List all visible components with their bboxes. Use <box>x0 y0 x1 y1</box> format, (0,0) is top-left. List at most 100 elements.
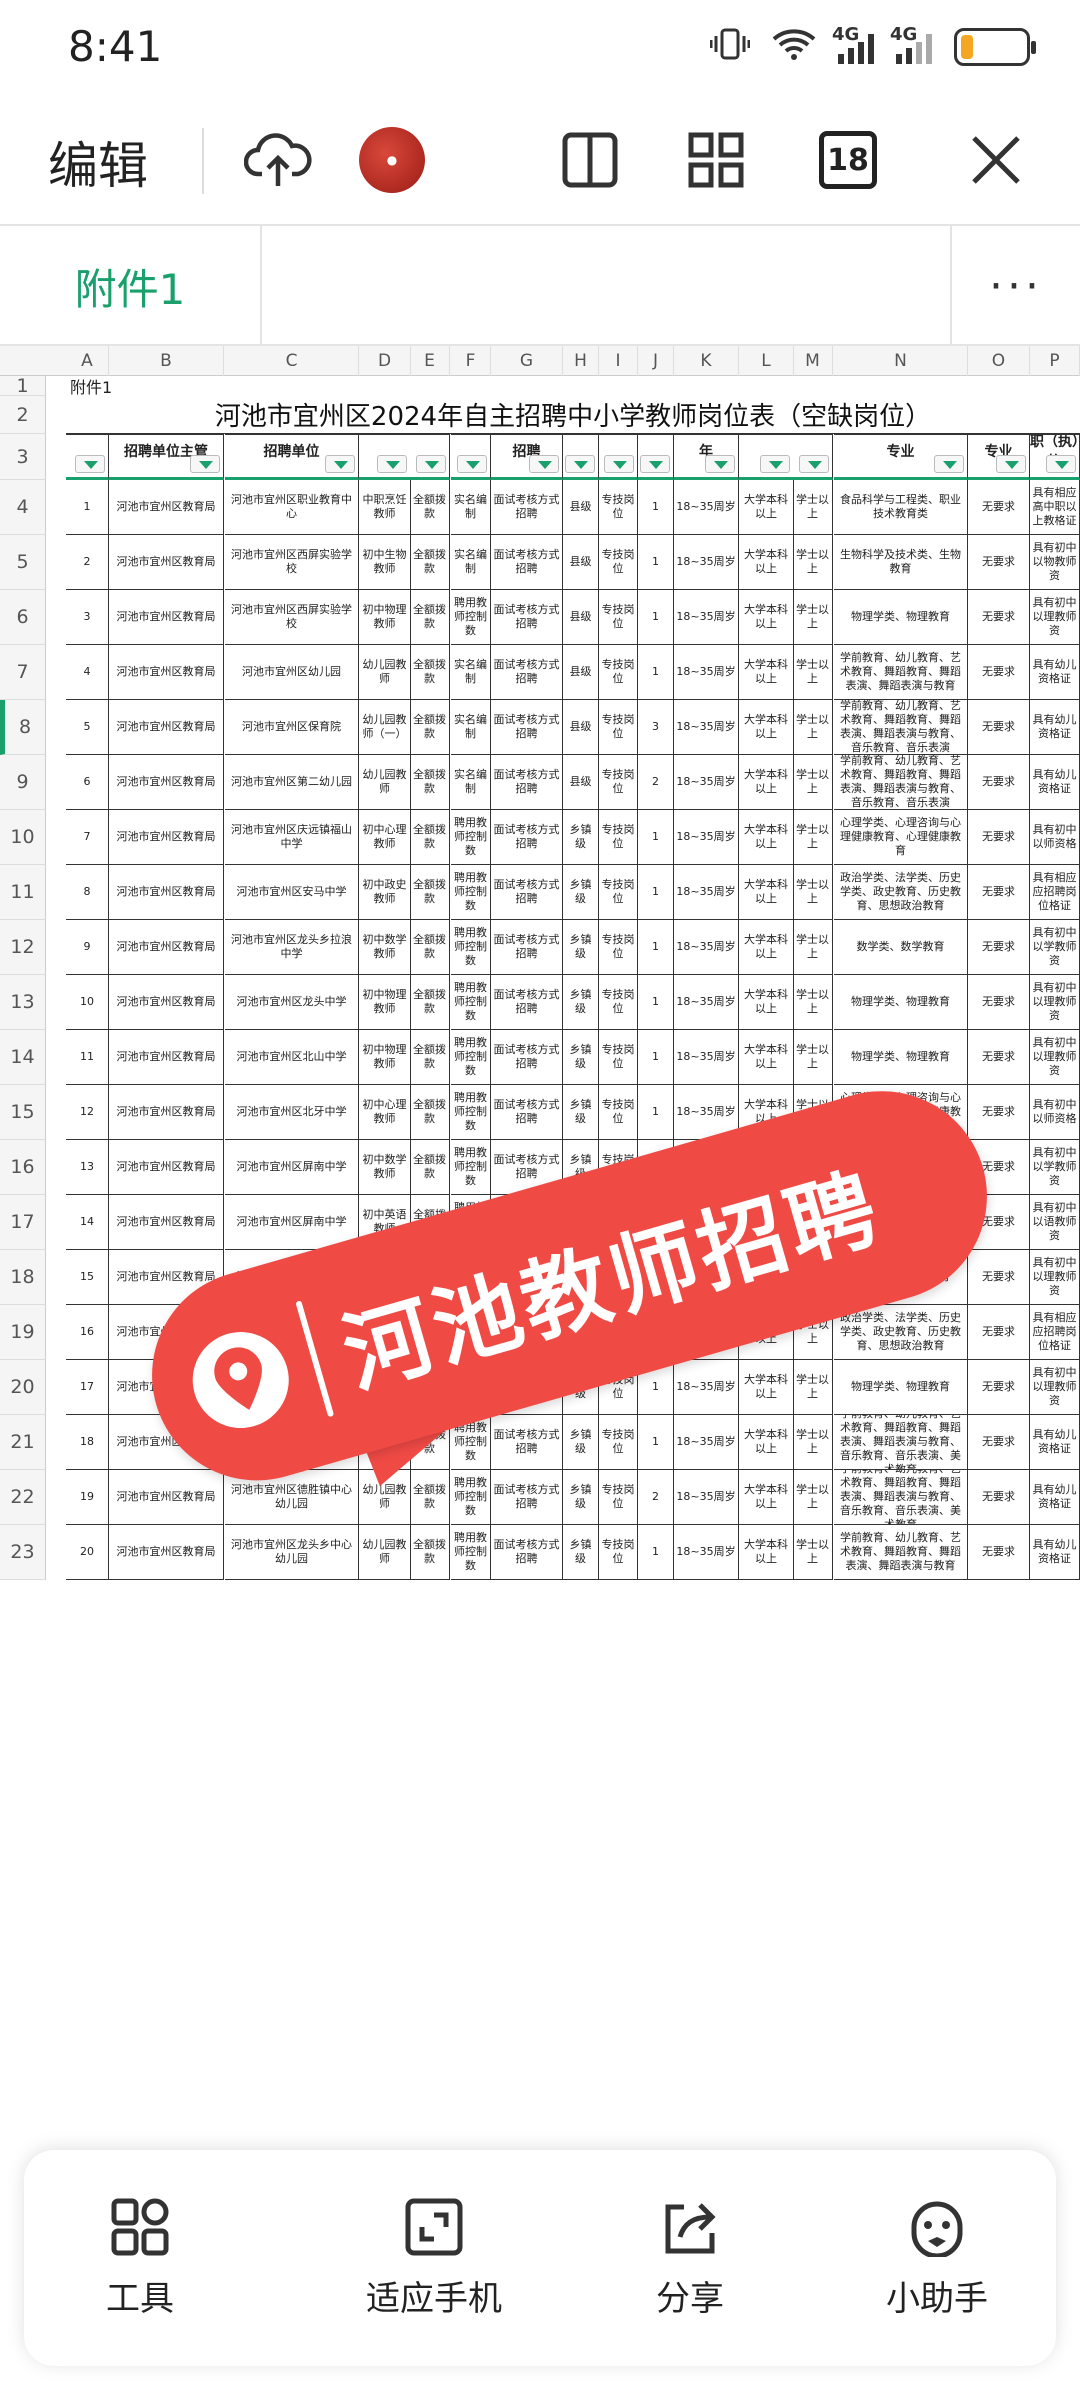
cell-P-14[interactable]: 具有初中以理教师资 <box>1030 1030 1080 1085</box>
row-header-21[interactable]: 21 <box>0 1415 46 1470</box>
cell-G-5[interactable]: 面试考核方式招聘 <box>491 535 563 590</box>
column-header-N[interactable]: N <box>834 346 968 376</box>
cell-L-7[interactable]: 大学本科以上 <box>739 645 794 700</box>
cell-G-6[interactable]: 面试考核方式招聘 <box>491 590 563 645</box>
cell-I-5[interactable]: 专技岗位 <box>599 535 638 590</box>
cell-H-4[interactable]: 县级 <box>563 480 599 535</box>
cell-A-4[interactable]: 1 <box>66 480 109 535</box>
cell-N-11[interactable]: 政治学类、法学类、历史学类、政史教育、历史教育、思想政治教育 <box>834 865 968 920</box>
cell-D-13[interactable]: 初中物理教师 <box>359 975 411 1030</box>
cell-A-15[interactable]: 12 <box>66 1085 109 1140</box>
cell-B-14[interactable]: 河池市宜州区教育局 <box>109 1030 224 1085</box>
row-header-22[interactable]: 22 <box>0 1470 46 1525</box>
row-header-6[interactable]: 6 <box>0 590 46 645</box>
row-header-19[interactable]: 19 <box>0 1305 46 1360</box>
cell-P-8[interactable]: 具有幼儿资格证 <box>1030 700 1080 755</box>
cell-F-12[interactable]: 聘用教师控制数 <box>451 920 491 975</box>
cell-C-13[interactable]: 河池市宜州区龙头中学 <box>225 975 359 1030</box>
cell-I-8[interactable]: 专技岗位 <box>599 700 638 755</box>
cell-A-7[interactable]: 4 <box>66 645 109 700</box>
cell-M-7[interactable]: 学士以上 <box>793 645 833 700</box>
cell-K-9[interactable]: 18~35周岁 <box>674 755 739 810</box>
cell-C-9[interactable]: 河池市宜州区第二幼儿园 <box>225 755 359 810</box>
header-cell-A[interactable] <box>66 434 109 480</box>
cell-E-16[interactable]: 全额拨款 <box>410 1140 450 1195</box>
cell-D-7[interactable]: 幼儿园教师 <box>359 645 411 700</box>
cell-N-4[interactable]: 食品科学与工程类、职业技术教育类 <box>834 480 968 535</box>
header-cell-M[interactable] <box>793 434 833 480</box>
column-header-P[interactable]: P <box>1030 346 1080 376</box>
cell-A-8[interactable]: 5 <box>66 700 109 755</box>
header-cell-E[interactable] <box>410 434 450 480</box>
cell-A-19[interactable]: 16 <box>66 1305 109 1360</box>
filter-dropdown-icon[interactable] <box>457 455 487 473</box>
column-header-M[interactable]: M <box>793 346 833 376</box>
more-options-button[interactable]: ··· <box>950 226 1080 346</box>
cell-A-22[interactable]: 19 <box>66 1470 109 1525</box>
cell-L-5[interactable]: 大学本科以上 <box>739 535 794 590</box>
cell-F-9[interactable]: 实名编制 <box>451 755 491 810</box>
cell-B-17[interactable]: 河池市宜州区教育局 <box>109 1195 224 1250</box>
column-header-K[interactable]: K <box>674 346 739 376</box>
cell-E-6[interactable]: 全额拨款 <box>410 590 450 645</box>
cell-K-13[interactable]: 18~35周岁 <box>674 975 739 1030</box>
cell-N-10[interactable]: 心理学类、心理咨询与心理健康教育、心理健康教育 <box>834 810 968 865</box>
cell-I-22[interactable]: 专技岗位 <box>599 1470 638 1525</box>
filter-dropdown-icon[interactable] <box>75 455 105 473</box>
cell-I-13[interactable]: 专技岗位 <box>599 975 638 1030</box>
cell-A-20[interactable]: 17 <box>66 1360 109 1415</box>
cell-I-4[interactable]: 专技岗位 <box>599 480 638 535</box>
cell-A-9[interactable]: 6 <box>66 755 109 810</box>
cell-K-21[interactable]: 18~35周岁 <box>674 1415 739 1470</box>
cell-E-14[interactable]: 全额拨款 <box>410 1030 450 1085</box>
cell-H-14[interactable]: 乡镇级 <box>563 1030 599 1085</box>
cell-P-5[interactable]: 具有初中以物教师资 <box>1030 535 1080 590</box>
cloud-upload-icon[interactable] <box>236 118 320 202</box>
row-header-1[interactable]: 1 <box>0 375 46 397</box>
column-header-E[interactable]: E <box>410 346 450 376</box>
cell-K-8[interactable]: 18~35周岁 <box>674 700 739 755</box>
filter-dropdown-icon[interactable] <box>640 455 670 473</box>
header-cell-B[interactable]: 招聘单位主管 <box>109 434 224 480</box>
cell-E-15[interactable]: 全额拨款 <box>410 1085 450 1140</box>
cell-O-4[interactable]: 无要求 <box>968 480 1030 535</box>
cell-G-10[interactable]: 面试考核方式招聘 <box>491 810 563 865</box>
cell-C-16[interactable]: 河池市宜州区屏南中学 <box>225 1140 359 1195</box>
cell-G-12[interactable]: 面试考核方式招聘 <box>491 920 563 975</box>
column-header-H[interactable]: H <box>563 346 599 376</box>
cell-C-5[interactable]: 河池市宜州区西屏实验学校 <box>225 535 359 590</box>
cell-E-4[interactable]: 全额拨款 <box>410 480 450 535</box>
cell-J-7[interactable]: 1 <box>638 645 674 700</box>
cell-M-23[interactable]: 学士以上 <box>793 1525 833 1580</box>
cell-B-8[interactable]: 河池市宜州区教育局 <box>109 700 224 755</box>
column-header-C[interactable]: C <box>225 346 359 376</box>
cell-L-13[interactable]: 大学本科以上 <box>739 975 794 1030</box>
column-header-F[interactable]: F <box>451 346 491 376</box>
cell-A-10[interactable]: 7 <box>66 810 109 865</box>
cell-P-11[interactable]: 具有相应应招聘岗位格证 <box>1030 865 1080 920</box>
cell-N-23[interactable]: 学前教育、幼儿教育、艺术教育、舞蹈教育、舞蹈表演、舞蹈表演与教育 <box>834 1525 968 1580</box>
cell-L-8[interactable]: 大学本科以上 <box>739 700 794 755</box>
cell-D-5[interactable]: 初中生物教师 <box>359 535 411 590</box>
cell-D-15[interactable]: 初中心理教师 <box>359 1085 411 1140</box>
cell-M-5[interactable]: 学士以上 <box>793 535 833 590</box>
cell-E-10[interactable]: 全额拨款 <box>410 810 450 865</box>
cell-B-7[interactable]: 河池市宜州区教育局 <box>109 645 224 700</box>
column-header-J[interactable]: J <box>638 346 674 376</box>
cell-L-11[interactable]: 大学本科以上 <box>739 865 794 920</box>
row-header-17[interactable]: 17 <box>0 1195 46 1250</box>
cell-O-8[interactable]: 无要求 <box>968 700 1030 755</box>
cell-J-8[interactable]: 3 <box>638 700 674 755</box>
cell-N-5[interactable]: 生物科学及技术类、生物教育 <box>834 535 968 590</box>
cell-C-4[interactable]: 河池市宜州区职业教育中心 <box>225 480 359 535</box>
fit-phone-button[interactable]: 适应手机 <box>324 2150 544 2366</box>
cell-G-8[interactable]: 面试考核方式招聘 <box>491 700 563 755</box>
filter-dropdown-icon[interactable] <box>934 455 964 473</box>
filter-dropdown-icon[interactable] <box>604 455 634 473</box>
cell-H-22[interactable]: 乡镇级 <box>563 1470 599 1525</box>
cell-J-9[interactable]: 2 <box>638 755 674 810</box>
cell-F-10[interactable]: 聘用教师控制数 <box>451 810 491 865</box>
cell-F-14[interactable]: 聘用教师控制数 <box>451 1030 491 1085</box>
cell-M-14[interactable]: 学士以上 <box>793 1030 833 1085</box>
cell-I-14[interactable]: 专技岗位 <box>599 1030 638 1085</box>
